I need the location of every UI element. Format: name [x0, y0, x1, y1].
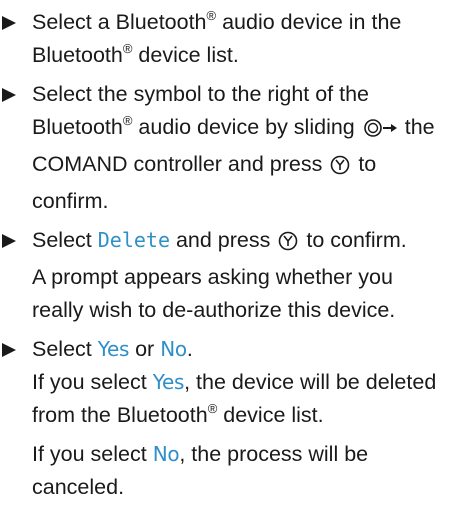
triangle-bullet-icon [2, 333, 22, 366]
step-2-line-3: COMAND controller and press to [32, 148, 474, 185]
step-3-line-2: A prompt appears asking whether you [32, 265, 393, 289]
step-3-line-1: Select Delete and press to confirm. [32, 224, 474, 261]
yes-option-term: Yes [152, 370, 185, 394]
instruction-document: Select a Bluetooth® audio device in the … [0, 6, 474, 510]
step-2-line-2: Bluetooth® audio device by sliding the [32, 111, 474, 148]
instruction-step-4: Select Yes or No. If you select Yes, the… [0, 333, 474, 504]
controller-press-icon [330, 152, 350, 185]
instruction-step-1: Select a Bluetooth® audio device in the … [0, 6, 474, 72]
delete-menu-term: Delete [97, 228, 170, 252]
instruction-step-3: Select Delete and press to confirm. A pr… [0, 224, 474, 327]
step-4-line-1: Select Yes or No. [32, 337, 193, 361]
step-4-paragraph-2: If you select No, the process will be ca… [32, 438, 474, 504]
step-4-line-2: If you select Yes, the device will be de… [32, 370, 437, 394]
step-4-line-3: from the Bluetooth® device list. [32, 400, 324, 427]
step-4-line-5: canceled. [32, 475, 125, 499]
step-1-line-2: Bluetooth® device list. [32, 40, 239, 67]
triangle-bullet-icon [2, 6, 22, 39]
step-4-line-4: If you select No, the process will be [32, 442, 369, 466]
instruction-step-2: Select the symbol to the right of the Bl… [0, 78, 474, 218]
no-option-term: No [160, 337, 187, 361]
step-2-line-4: confirm. [32, 189, 109, 213]
controller-press-icon [278, 228, 298, 261]
step-1-line-1: Select a Bluetooth® audio device in the [32, 7, 402, 34]
step-2-line-1: Select the symbol to the right of the [32, 82, 370, 106]
triangle-bullet-icon [2, 78, 22, 111]
yes-option-term: Yes [97, 337, 130, 361]
controller-slide-right-icon [363, 115, 397, 148]
triangle-bullet-icon [2, 224, 22, 257]
step-3-line-3: really wish to de-authorize this device. [32, 298, 396, 322]
